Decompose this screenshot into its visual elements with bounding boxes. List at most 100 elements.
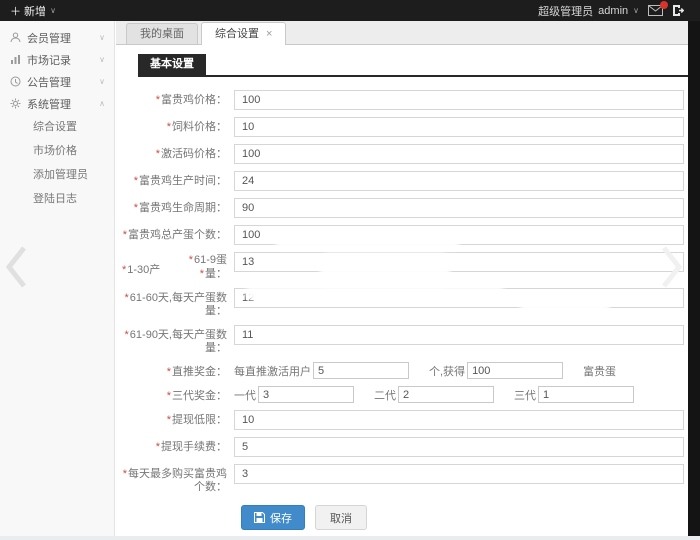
required-marker: *: [189, 254, 193, 266]
tab-0[interactable]: 我的桌面: [126, 23, 198, 44]
inline-label: 每直推激活用户: [234, 363, 311, 379]
gear-icon: [9, 98, 21, 109]
inline-label: 二代: [374, 387, 396, 403]
chart-icon: [9, 54, 21, 65]
chevron-down-icon: ∨: [99, 33, 105, 42]
inline-label: 一代: [234, 387, 256, 403]
label-fragment: *1-30产: [122, 252, 160, 281]
smudge-artifact: [520, 300, 610, 312]
field-label: *三代奖金：: [122, 386, 234, 403]
required-marker: *: [167, 390, 171, 402]
form-row-13: *每天最多购买富贵鸡个数：: [122, 464, 688, 494]
field-label: *61-60天,每天产蛋数量：: [122, 288, 234, 318]
new-menu-button[interactable]: ＋ 新增 ∨: [10, 3, 56, 19]
required-marker: *: [167, 121, 171, 133]
bottom-edge-band: [0, 536, 700, 540]
field-label: *提现低限：: [122, 410, 234, 427]
notification-badge: [660, 1, 668, 9]
required-marker: *: [123, 229, 127, 241]
field-input[interactable]: [234, 437, 684, 457]
form-row-8: *61-90天,每天产蛋数量：: [122, 325, 688, 355]
sidebar-item-0[interactable]: 会员管理 ∨: [0, 27, 114, 48]
chevron-down-icon: ∨: [50, 6, 56, 15]
inline-input[interactable]: [467, 362, 563, 379]
label-fragment: *61-9蛋*量：: [189, 252, 227, 281]
field-input[interactable]: [234, 171, 684, 191]
field-input[interactable]: [234, 464, 684, 484]
field-input[interactable]: [234, 117, 684, 137]
smudge-artifact: [320, 253, 450, 287]
sidebar-item-2[interactable]: 公告管理 ∨: [0, 71, 114, 92]
field-input[interactable]: [234, 144, 684, 164]
form-row-4: *富贵鸡生命周期：: [122, 198, 688, 218]
required-marker: *: [156, 441, 160, 453]
save-disk-icon: [254, 512, 265, 523]
field-label: *富贵鸡生产时间：: [122, 171, 234, 188]
logout-icon[interactable]: [672, 4, 684, 17]
sidebar-subitem[interactable]: 市场价格: [0, 139, 114, 163]
required-marker: *: [134, 175, 138, 187]
user-menu[interactable]: 超级管理员 admin ∨: [538, 3, 639, 19]
user-role-label: 超级管理员: [538, 3, 593, 19]
required-marker: *: [125, 329, 129, 341]
form-row-3: *富贵鸡生产时间：: [122, 171, 688, 191]
field-label: *提现手续费：: [122, 437, 234, 454]
field-input[interactable]: [234, 410, 684, 430]
right-edge-strip: [688, 0, 700, 540]
username: admin: [598, 5, 628, 17]
sidebar-item-label: 会员管理: [27, 30, 71, 46]
form-actions: 保存 取消: [241, 505, 688, 530]
field-label: *富贵鸡总产蛋个数：: [122, 225, 234, 242]
carousel-next-arrow[interactable]: [658, 244, 686, 290]
field-label: *富贵鸡生命周期：: [122, 198, 234, 215]
announcement-icon: [9, 76, 21, 87]
sidebar-subitem[interactable]: 登陆日志: [0, 187, 114, 211]
sidebar-item-3[interactable]: 系统管理 ∧: [0, 93, 114, 114]
field-label: *饲料价格：: [122, 117, 234, 134]
form-row-11: *提现低限：: [122, 410, 688, 430]
inline-input[interactable]: [538, 386, 634, 403]
required-marker: *: [167, 414, 171, 426]
sidebar-subitem[interactable]: 添加管理员: [0, 163, 114, 187]
field-label-split: *1-30产 *61-9蛋*量：: [122, 252, 234, 281]
tab-1[interactable]: 综合设置×: [201, 22, 286, 45]
section-header: 基本设置: [138, 54, 688, 77]
field-input[interactable]: [234, 325, 684, 345]
inline-input[interactable]: [313, 362, 409, 379]
form-row-1: *饲料价格：: [122, 117, 688, 137]
carousel-prev-arrow[interactable]: [2, 244, 30, 290]
sidebar-item-label: 公告管理: [27, 74, 71, 90]
chevron-down-icon: ∨: [99, 77, 105, 86]
save-button[interactable]: 保存: [241, 505, 305, 530]
inline-input[interactable]: [398, 386, 494, 403]
chevron-down-icon: ∨: [633, 6, 639, 15]
field-input[interactable]: [234, 252, 684, 272]
required-marker: *: [122, 264, 126, 276]
close-icon[interactable]: ×: [266, 24, 272, 44]
field-label: *61-90天,每天产蛋数量：: [122, 325, 234, 355]
inline-label: 三代: [514, 387, 536, 403]
cancel-button[interactable]: 取消: [315, 505, 367, 530]
tab-label: 我的桌面: [140, 24, 184, 44]
messages-button[interactable]: [648, 5, 663, 16]
smudge-artifact: [245, 286, 505, 300]
form-row-9: *直推奖金：每直推激活用户个,获得富贵蛋: [122, 362, 688, 379]
required-marker: *: [156, 148, 160, 160]
sidebar-item-label: 系统管理: [27, 96, 71, 112]
chevron-up-icon: ∧: [99, 99, 105, 108]
form-row-0: *富贵鸡价格：: [122, 90, 688, 110]
field-input[interactable]: [234, 90, 684, 110]
field-label: *每天最多购买富贵鸡个数：: [122, 464, 234, 494]
sidebar-subitem[interactable]: 综合设置: [0, 115, 114, 139]
smudge-artifact: [275, 232, 460, 250]
inline-input[interactable]: [258, 386, 354, 403]
inline-label: 富贵蛋: [583, 363, 616, 379]
required-marker: *: [167, 366, 171, 378]
save-button-label: 保存: [270, 510, 292, 526]
field-label: *直推奖金：: [122, 362, 234, 379]
required-marker: *: [200, 268, 204, 280]
new-menu-label: ＋ 新增: [10, 3, 46, 19]
field-input[interactable]: [234, 198, 684, 218]
sidebar-item-1[interactable]: 市场记录∨: [0, 49, 114, 70]
required-marker: *: [156, 94, 160, 106]
